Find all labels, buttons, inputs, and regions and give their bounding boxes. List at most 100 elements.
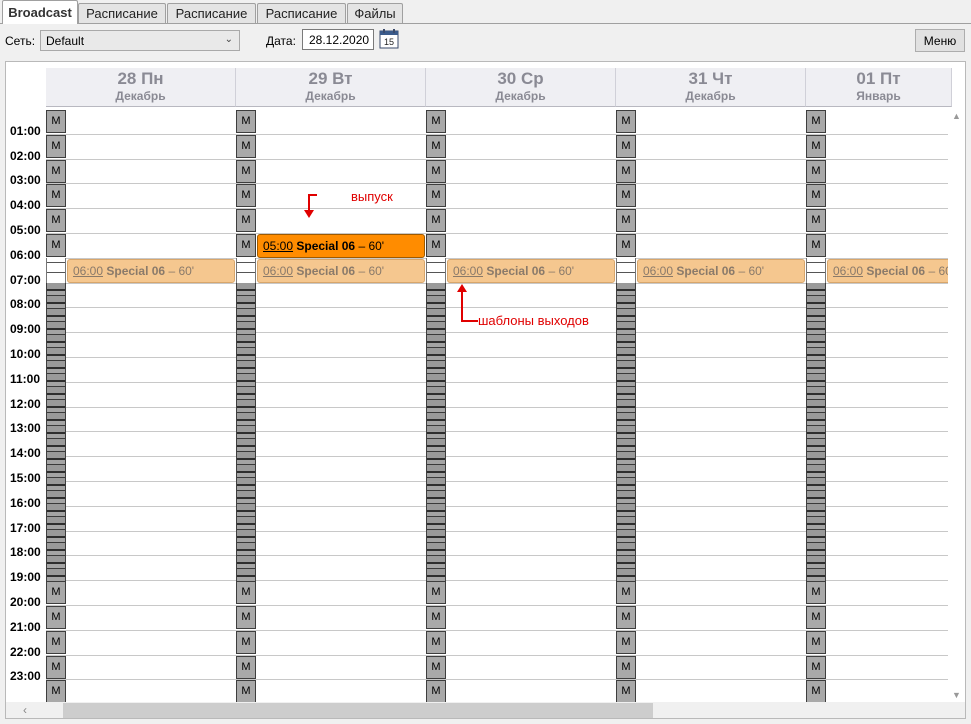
marker-cell[interactable]: M [46, 209, 66, 232]
marker-cell[interactable]: M [236, 606, 256, 629]
schedule-panel: 28 Пн Декабрь 29 Вт Декабрь 30 Ср Декабр… [5, 61, 966, 719]
marker-cell[interactable]: M [236, 110, 256, 133]
marker-cell[interactable]: M [46, 656, 66, 679]
hour-label: 20:00 [10, 595, 41, 609]
marker-cell[interactable]: M [46, 234, 66, 257]
marker-cell[interactable]: M [426, 606, 446, 629]
hour-label: 05:00 [10, 223, 41, 237]
marker-cell[interactable]: M [616, 656, 636, 679]
day-column[interactable]: M M M M M M M M M M M 06:00 Special 06 – 60' [616, 109, 806, 703]
day-header[interactable]: 31 Чт Декабрь [616, 68, 806, 107]
busy-segment [236, 283, 256, 581]
network-label: Сеть: [5, 34, 36, 48]
marker-cell[interactable]: M [616, 234, 636, 257]
calendar-icon[interactable]: 15 [379, 29, 399, 49]
tab-files[interactable]: Файлы [347, 3, 403, 23]
marker-cell[interactable]: M [236, 581, 256, 604]
day-header[interactable]: 28 Пн Декабрь [46, 68, 236, 107]
marker-cell[interactable]: M [806, 184, 826, 207]
marker-cell[interactable]: M [236, 160, 256, 183]
event-name: Special 06 [296, 264, 356, 278]
marker-cell[interactable]: M [616, 680, 636, 703]
marker-bar: MMMMMMMMMMM [236, 109, 256, 703]
menu-button[interactable]: Меню [915, 29, 965, 52]
marker-cell[interactable]: M [46, 160, 66, 183]
date-field[interactable]: 28.12.2020 [302, 29, 374, 50]
tab-bar: Broadcast Расписание Расписание Расписан… [0, 0, 971, 24]
marker-cell[interactable]: M [806, 160, 826, 183]
marker-cell[interactable]: M [616, 581, 636, 604]
marker-cell[interactable]: M [806, 631, 826, 654]
marker-cell[interactable]: M [426, 631, 446, 654]
marker-cell[interactable]: M [236, 680, 256, 703]
scroll-down-icon[interactable]: ▼ [948, 690, 965, 700]
marker-cell[interactable]: M [806, 209, 826, 232]
day-column[interactable]: M M M M M M M M M M M 06:00 Special 06 – 60' [806, 109, 957, 703]
horizontal-scrollbar[interactable]: ‹ [6, 702, 965, 718]
marker-cell[interactable]: M [806, 581, 826, 604]
marker-cell[interactable]: M [806, 234, 826, 257]
marker-cell[interactable]: M [46, 606, 66, 629]
marker-cell[interactable]: M [236, 631, 256, 654]
marker-cell[interactable]: M [616, 160, 636, 183]
template-event[interactable]: 06:00 Special 06 – 60' [827, 259, 957, 283]
marker-cell[interactable]: M [46, 680, 66, 703]
day-column[interactable]: M M M M M M M M M M M 06:00 Special 06 – 60' [46, 109, 236, 703]
tab-broadcast[interactable]: Broadcast [2, 0, 78, 24]
marker-cell[interactable]: M [46, 631, 66, 654]
marker-cell[interactable]: M [616, 135, 636, 158]
day-header[interactable]: 29 Вт Декабрь [236, 68, 426, 107]
horizontal-scroll-thumb[interactable] [63, 703, 653, 718]
marker-cell[interactable]: M [46, 581, 66, 604]
marker-cell[interactable]: M [616, 631, 636, 654]
marker-cell[interactable]: M [46, 110, 66, 133]
marker-cell[interactable]: M [236, 184, 256, 207]
marker-cell[interactable]: M [426, 581, 446, 604]
day-column[interactable]: M M M M M M M M M M M 06:00 Special 06 – 60' [426, 109, 616, 703]
day-month: Декабрь [305, 89, 356, 103]
marker-cell[interactable]: M [806, 680, 826, 703]
day-header[interactable]: 30 Ср Декабрь [426, 68, 616, 107]
template-event[interactable]: 06:00 Special 06 – 60' [67, 259, 235, 283]
marker-cell[interactable]: M [806, 656, 826, 679]
marker-cell[interactable]: M [426, 656, 446, 679]
marker-cell[interactable]: M [426, 160, 446, 183]
tab-schedule-3[interactable]: Расписание [257, 3, 346, 23]
marker-cell[interactable]: M [616, 209, 636, 232]
template-event[interactable]: 06:00 Special 06 – 60' [257, 259, 425, 283]
marker-cell[interactable]: M [236, 135, 256, 158]
marker-cell[interactable]: M [46, 135, 66, 158]
network-select[interactable]: Default ⌄ [40, 30, 240, 51]
hour-label: 08:00 [10, 297, 41, 311]
scroll-up-icon[interactable]: ▲ [948, 111, 965, 121]
marker-cell[interactable]: M [426, 234, 446, 257]
day-month: Декабрь [495, 89, 546, 103]
marker-cell[interactable]: M [616, 184, 636, 207]
marker-cell[interactable]: M [426, 135, 446, 158]
marker-cell[interactable]: M [426, 680, 446, 703]
marker-cell[interactable]: M [806, 606, 826, 629]
day-header[interactable]: 01 Пт Январь [806, 68, 952, 107]
marker-cell[interactable]: M [616, 110, 636, 133]
marker-cell[interactable]: M [426, 209, 446, 232]
marker-cell[interactable]: M [236, 234, 256, 257]
marker-cell[interactable]: M [806, 110, 826, 133]
marker-cell[interactable]: M [616, 606, 636, 629]
live-event[interactable]: 05:00 Special 06 – 60' [257, 234, 425, 258]
marker-cell[interactable]: M [236, 656, 256, 679]
hour-label: 18:00 [10, 545, 41, 559]
marker-cell[interactable]: M [426, 184, 446, 207]
day-header-row: 28 Пн Декабрь 29 Вт Декабрь 30 Ср Декабр… [6, 62, 965, 109]
template-event[interactable]: 06:00 Special 06 – 60' [637, 259, 805, 283]
template-event[interactable]: 06:00 Special 06 – 60' [447, 259, 615, 283]
scroll-left-icon[interactable]: ‹ [23, 703, 27, 717]
vertical-scrollbar[interactable]: ▲ ▼ [948, 109, 965, 702]
day-month: Декабрь [685, 89, 736, 103]
day-title: 29 Вт [308, 69, 353, 88]
marker-cell[interactable]: M [806, 135, 826, 158]
marker-cell[interactable]: M [236, 209, 256, 232]
marker-cell[interactable]: M [426, 110, 446, 133]
tab-schedule-1[interactable]: Расписание [78, 3, 166, 23]
marker-cell[interactable]: M [46, 184, 66, 207]
tab-schedule-2[interactable]: Расписание [167, 3, 256, 23]
